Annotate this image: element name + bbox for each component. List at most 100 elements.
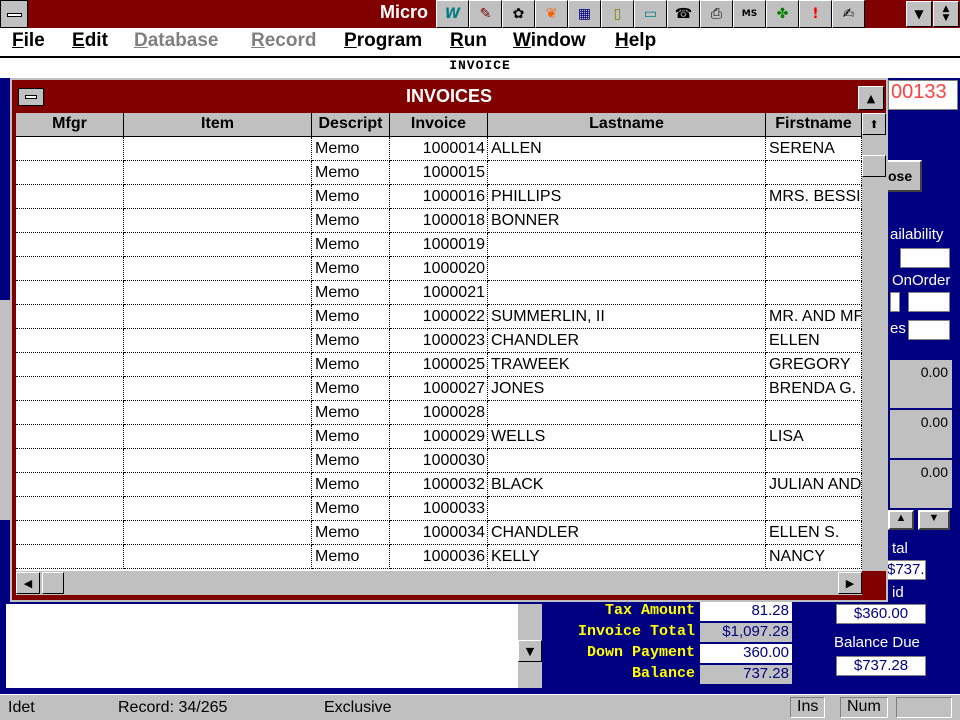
cell-mfgr[interactable] xyxy=(16,473,124,497)
cell-descript[interactable]: Memo xyxy=(312,257,390,281)
cell-descript[interactable]: Memo xyxy=(312,185,390,209)
cell-lastname[interactable] xyxy=(488,233,766,257)
cell-firstname[interactable]: MR. AND MF xyxy=(766,305,862,329)
system-menu-button[interactable] xyxy=(0,0,28,28)
cell-item[interactable] xyxy=(124,497,312,521)
exclamation-icon[interactable]: ! xyxy=(799,0,832,28)
table-row[interactable]: Memo 1000022 SUMMERLIN, II MR. AND MF xyxy=(16,305,862,329)
cell-invoice[interactable]: 1000022 xyxy=(390,305,488,329)
cell-firstname[interactable]: NANCY xyxy=(766,545,862,569)
table-row[interactable]: Memo 1000030 xyxy=(16,449,862,473)
cell-descript[interactable]: Memo xyxy=(312,545,390,569)
paid-field[interactable]: $360.00 xyxy=(836,604,926,624)
cell-descript[interactable]: Memo xyxy=(312,329,390,353)
table-row[interactable]: Memo 1000027 JONES BRENDA G. xyxy=(16,377,862,401)
amount-field-3[interactable]: 0.00 xyxy=(890,460,952,508)
cell-item[interactable] xyxy=(124,521,312,545)
cell-item[interactable] xyxy=(124,257,312,281)
cell-firstname[interactable] xyxy=(766,449,862,473)
cell-invoice[interactable]: 1000014 xyxy=(390,137,488,161)
column-header-item[interactable]: Item xyxy=(124,113,312,137)
table-row[interactable]: Memo 1000029 WELLS LISA xyxy=(16,425,862,449)
cell-mfgr[interactable] xyxy=(16,497,124,521)
cell-invoice[interactable]: 1000032 xyxy=(390,473,488,497)
menu-window[interactable]: Window xyxy=(513,30,586,52)
cell-item[interactable] xyxy=(124,473,312,497)
cell-descript[interactable]: Memo xyxy=(312,497,390,521)
cell-item[interactable] xyxy=(124,161,312,185)
cell-firstname[interactable] xyxy=(766,281,862,305)
invoice-total-value[interactable]: $1,097.28 xyxy=(700,623,792,642)
tax-amount-value[interactable]: 81.28 xyxy=(700,602,792,621)
cell-invoice[interactable]: 1000030 xyxy=(390,449,488,473)
cell-item[interactable] xyxy=(124,233,312,257)
cell-mfgr[interactable] xyxy=(16,137,124,161)
cell-mfgr[interactable] xyxy=(16,305,124,329)
table-row[interactable]: Memo 1000015 xyxy=(16,161,862,185)
cell-invoice[interactable]: 1000029 xyxy=(390,425,488,449)
menu-run[interactable]: Run xyxy=(450,30,487,52)
cell-item[interactable] xyxy=(124,185,312,209)
close-button[interactable]: ose xyxy=(886,160,922,192)
cell-firstname[interactable] xyxy=(766,401,862,425)
table-row[interactable]: Memo 1000033 xyxy=(16,497,862,521)
cell-firstname[interactable]: JULIAN AND xyxy=(766,473,862,497)
cell-invoice[interactable]: 1000034 xyxy=(390,521,488,545)
down-payment-value[interactable]: 360.00 xyxy=(700,644,792,663)
cell-mfgr[interactable] xyxy=(16,401,124,425)
grid-horizontal-scroll-thumb[interactable] xyxy=(42,572,64,594)
cell-item[interactable] xyxy=(124,545,312,569)
cell-item[interactable] xyxy=(124,377,312,401)
cell-lastname[interactable]: CHANDLER xyxy=(488,329,766,353)
memo-text-area[interactable] xyxy=(6,604,518,688)
cell-lastname[interactable]: WELLS xyxy=(488,425,766,449)
cell-mfgr[interactable] xyxy=(16,257,124,281)
column-header-firstname[interactable]: Firstname xyxy=(766,113,862,137)
cell-invoice[interactable]: 1000025 xyxy=(390,353,488,377)
cell-mfgr[interactable] xyxy=(16,161,124,185)
cell-lastname[interactable]: SUMMERLIN, II xyxy=(488,305,766,329)
cell-item[interactable] xyxy=(124,425,312,449)
cell-descript[interactable]: Memo xyxy=(312,281,390,305)
cell-invoice[interactable]: 1000020 xyxy=(390,257,488,281)
cell-lastname[interactable] xyxy=(488,161,766,185)
cell-lastname[interactable] xyxy=(488,449,766,473)
menu-edit[interactable]: Edit xyxy=(72,30,108,52)
puzzle-icon[interactable]: ✤ xyxy=(766,0,799,28)
monitor-icon[interactable]: ▭ xyxy=(634,0,667,28)
grid-scroll-up-button[interactable]: ⬆ xyxy=(862,113,886,135)
eraser-icon[interactable]: ✎ xyxy=(469,0,502,28)
amount-field-2[interactable]: 0.00 xyxy=(890,410,952,458)
cell-item[interactable] xyxy=(124,137,312,161)
column-header-lastname[interactable]: Lastname xyxy=(488,113,766,137)
cell-firstname[interactable] xyxy=(766,233,862,257)
table-row[interactable]: Memo 1000018 BONNER xyxy=(16,209,862,233)
cell-invoice[interactable]: 1000019 xyxy=(390,233,488,257)
availability-field[interactable] xyxy=(900,248,950,268)
grid-scroll-left-button[interactable]: ◀ xyxy=(16,572,40,594)
column-header-invoice[interactable]: Invoice xyxy=(390,113,488,137)
cell-firstname[interactable] xyxy=(766,209,862,233)
cell-item[interactable] xyxy=(124,329,312,353)
invoices-maximize-button[interactable]: ▲ xyxy=(858,86,884,110)
cell-mfgr[interactable] xyxy=(16,425,124,449)
table-row[interactable]: Memo 1000023 CHANDLER ELLEN xyxy=(16,329,862,353)
table-row[interactable]: Memo 1000036 KELLY NANCY xyxy=(16,545,862,569)
cell-invoice[interactable]: 1000018 xyxy=(390,209,488,233)
cell-firstname[interactable]: LISA xyxy=(766,425,862,449)
cell-descript[interactable]: Memo xyxy=(312,209,390,233)
cell-lastname[interactable] xyxy=(488,257,766,281)
cell-item[interactable] xyxy=(124,401,312,425)
cell-invoice[interactable]: 1000033 xyxy=(390,497,488,521)
balance-value[interactable]: 737.28 xyxy=(700,665,792,684)
cell-firstname[interactable]: BRENDA G. xyxy=(766,377,862,401)
cell-invoice[interactable]: 1000016 xyxy=(390,185,488,209)
cell-firstname[interactable]: SERENA xyxy=(766,137,862,161)
printer-icon[interactable]: ⎙ xyxy=(700,0,733,28)
scroll-up-button[interactable]: ▲ xyxy=(888,510,914,530)
cell-descript[interactable]: Memo xyxy=(312,137,390,161)
cell-item[interactable] xyxy=(124,353,312,377)
clipboard-icon[interactable]: ✍ xyxy=(832,0,865,28)
cell-mfgr[interactable] xyxy=(16,185,124,209)
butterfly-icon[interactable]: ❦ xyxy=(535,0,568,28)
